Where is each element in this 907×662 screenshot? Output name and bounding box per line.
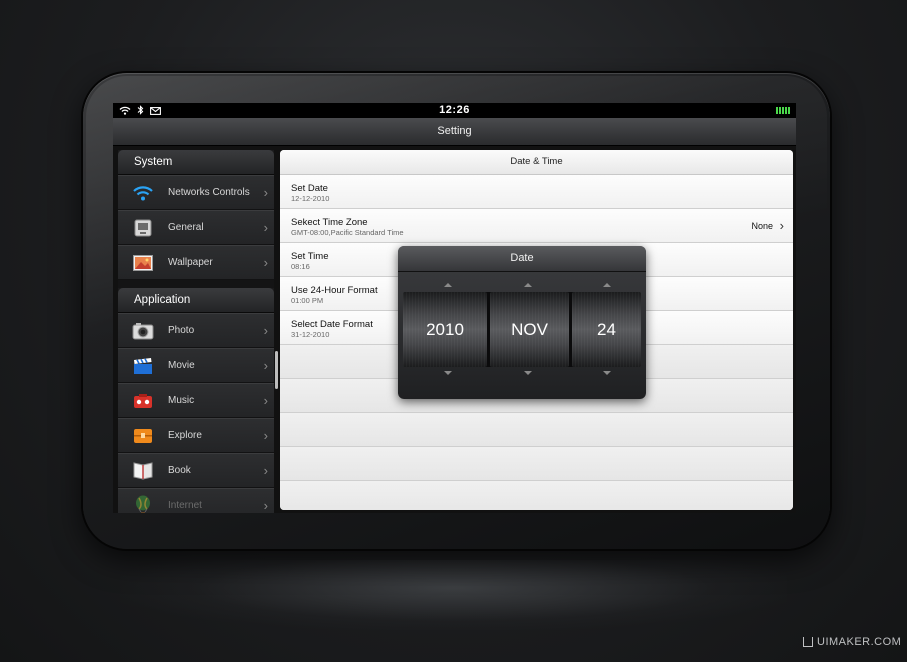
status-time: 12:26 (439, 104, 470, 116)
sidebar-item-label: Music (168, 395, 195, 406)
camera-icon (132, 321, 154, 341)
year-down-arrow-icon[interactable] (444, 371, 452, 375)
row-time-zone[interactable]: Sekect Time Zone GMT-08:00,Pacific Stand… (280, 209, 793, 243)
chevron-right-icon: › (263, 498, 268, 513)
sidebar-item-label: Photo (168, 325, 195, 336)
time-zone-value: None (751, 221, 773, 231)
month-down-arrow-icon[interactable] (524, 371, 532, 375)
empty-row (280, 447, 793, 481)
sidebar-item-label: Movie (168, 360, 195, 371)
empty-row (280, 413, 793, 447)
sidebar-item-label: Wallpaper (168, 257, 213, 268)
page-title: Setting (113, 118, 796, 146)
row-title: Set Time (291, 251, 329, 262)
sidebar-item-movie[interactable]: Movie › (118, 348, 274, 383)
wifi-icon (132, 183, 154, 203)
year-wheel[interactable]: 2010 (403, 292, 487, 367)
sidebar-item-music[interactable]: Music › (118, 383, 274, 418)
day-wheel[interactable]: 24 (572, 292, 641, 367)
battery-icon (776, 107, 790, 114)
chevron-right-icon: › (263, 393, 268, 408)
sidebar-scrollbar[interactable] (275, 351, 278, 389)
date-wheels: 2010 NOV 24 (403, 292, 641, 367)
row-subtitle: 12-12-2010 (291, 194, 330, 203)
chevron-right-icon: › (263, 463, 268, 478)
music-icon (132, 391, 154, 411)
floor-reflection (120, 560, 787, 630)
day-up-arrow-icon[interactable] (603, 283, 611, 287)
sidebar-item-wallpaper[interactable]: Wallpaper › (118, 245, 274, 280)
row-subtitle: 31-12-2010 (291, 330, 330, 339)
row-title: Use 24-Hour Format (291, 285, 378, 296)
section-divider (118, 280, 274, 288)
explore-icon (132, 426, 154, 446)
watermark-text: UIMAKER.COM (817, 636, 902, 648)
chevron-right-icon: › (263, 428, 268, 443)
book-icon (132, 461, 154, 481)
sidebar-item-label: General (168, 222, 204, 233)
sidebar-item-explore[interactable]: Explore › (118, 418, 274, 453)
watermark: UIMAKER.COM (803, 636, 901, 648)
tablet-screen: 12:26 Setting System Networks Controls ›… (113, 103, 796, 513)
chevron-right-icon: › (779, 218, 784, 233)
panel-title: Date & Time (280, 150, 793, 175)
day-down-arrow-icon[interactable] (603, 371, 611, 375)
row-subtitle: 01:00 PM (291, 296, 324, 305)
chevron-right-icon: › (263, 358, 268, 373)
sidebar-item-label: Book (168, 465, 191, 476)
row-title: Sekect Time Zone (291, 217, 368, 228)
month-wheel[interactable]: NOV (490, 292, 569, 367)
section-header-system: System (118, 150, 274, 175)
chevron-right-icon: › (263, 185, 268, 200)
general-icon (132, 218, 154, 238)
balloon-icon (132, 495, 154, 513)
sidebar-item-label: Networks Controls (168, 187, 250, 198)
sidebar: System Networks Controls › General › Wal… (118, 150, 274, 513)
sidebar-item-book[interactable]: Book › (118, 453, 274, 488)
section-header-application: Application (118, 288, 274, 313)
month-up-arrow-icon[interactable] (524, 283, 532, 287)
date-picker-dialog: Date 2010 NOV 24 (398, 246, 646, 399)
row-set-date[interactable]: Set Date 12-12-2010 (280, 175, 793, 209)
row-title: Set Date (291, 183, 328, 194)
sidebar-item-photo[interactable]: Photo › (118, 313, 274, 348)
chevron-right-icon: › (263, 255, 268, 270)
sidebar-item-label: Internet (168, 500, 202, 511)
year-up-arrow-icon[interactable] (444, 283, 452, 287)
empty-row (280, 481, 793, 510)
sidebar-item-label: Explore (168, 430, 202, 441)
sidebar-item-general[interactable]: General › (118, 210, 274, 245)
row-subtitle: 08:16 (291, 262, 310, 271)
chevron-right-icon: › (263, 323, 268, 338)
row-title: Select Date Format (291, 319, 373, 330)
status-bar: 12:26 (113, 103, 796, 118)
sidebar-item-internet[interactable]: Internet › (118, 488, 274, 513)
dialog-title: Date (398, 246, 646, 272)
chevron-right-icon: › (263, 220, 268, 235)
clapperboard-icon (132, 356, 154, 376)
row-subtitle: GMT-08:00,Pacific Standard Time (291, 228, 404, 237)
sidebar-item-networks-controls[interactable]: Networks Controls › (118, 175, 274, 210)
uimaker-logo-icon (803, 637, 813, 647)
wallpaper-icon (132, 253, 154, 273)
